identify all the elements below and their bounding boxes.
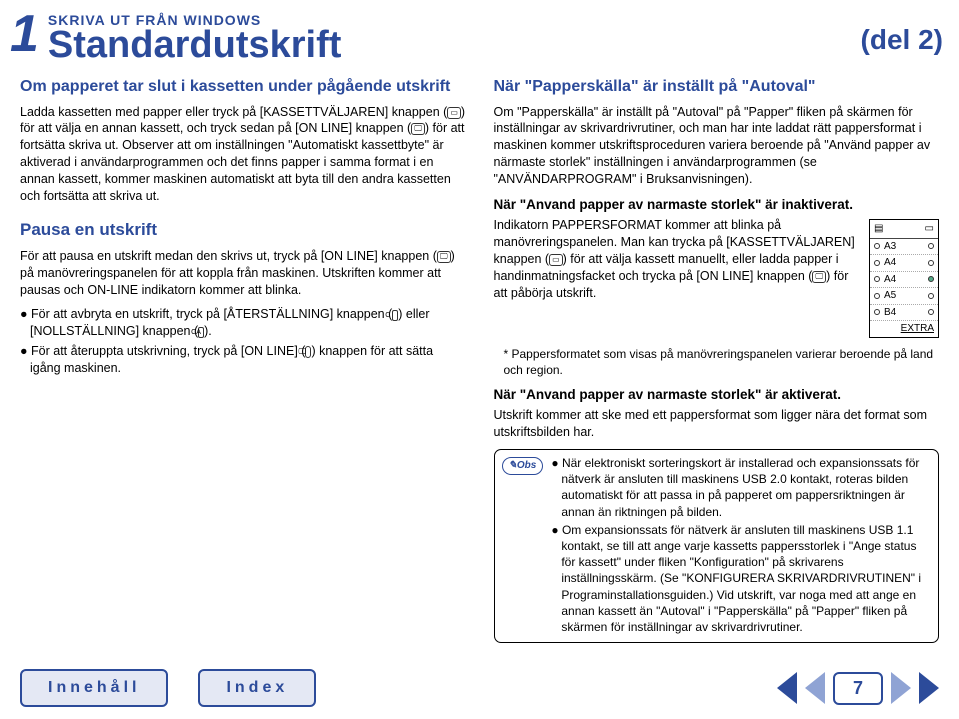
paper-format-diagram: ▤ ▭ A3 A4 A4 A5 B4 EXTRA (869, 219, 939, 338)
diagram-row: A4 (870, 271, 938, 288)
page-title: Standardutskrift (48, 26, 861, 64)
nav-last-icon[interactable] (919, 672, 939, 704)
para-with-diagram: ▤ ▭ A3A4A4A5B4 EXTRA Indikatorn PAPPERSF… (494, 217, 940, 342)
text-segment: För att avbryta en utskrift, tryck på [Å… (31, 307, 392, 321)
bullet-item: ● När elektroniskt sorteringskort är ins… (551, 455, 931, 520)
indicator-dot (928, 260, 934, 266)
text-segment: Ladda kassetten med papper eller tryck p… (20, 105, 447, 119)
obs-body: ● När elektroniskt sorteringskort är ins… (551, 455, 931, 637)
part-label: (del 2) (861, 6, 943, 56)
paper-size-label: B4 (884, 306, 924, 320)
left-para-1: Ladda kassetten med papper eller tryck p… (20, 104, 466, 205)
indicator-dot (874, 243, 880, 249)
obs-label: Obs (517, 460, 536, 471)
sheet-icon: ▤ (874, 222, 883, 236)
indicator-dot (928, 276, 934, 282)
nav-prev-icon[interactable] (805, 672, 825, 704)
chapter-number: 1 (0, 6, 48, 60)
page-nav: 7 (777, 672, 939, 705)
nav-next-icon[interactable] (891, 672, 911, 704)
index-button[interactable]: Index (198, 669, 316, 707)
text-segment: Om expansionssats för nätverk är anslute… (561, 523, 921, 634)
right-para-3: Utskrift kommer att ske med ett pappersf… (494, 407, 940, 441)
online-icon: 🖵 (812, 271, 826, 283)
diagram-header: ▤ ▭ (870, 220, 938, 239)
text-segment: ). (204, 324, 212, 338)
obs-note-box: ✎Obs ● När elektroniskt sorteringskort ä… (494, 449, 940, 643)
left-heading-2: Pausa en utskrift (20, 219, 466, 242)
indicator-dot (874, 309, 880, 315)
text-segment: För att återuppta utskrivning, tryck på … (31, 344, 305, 358)
paper-size-label: A5 (884, 289, 924, 303)
bullet-item: ● För att avbryta en utskrift, tryck på … (20, 306, 466, 340)
contents-button[interactable]: Innehåll (20, 669, 168, 707)
left-para-2: För att pausa en utskrift medan den skri… (20, 248, 466, 299)
right-column: När "Papperskälla" är inställt på "Autov… (494, 76, 940, 643)
page-header: 1 SKRIVA UT FRÅN WINDOWS Standardutskrif… (0, 0, 959, 64)
obs-badge: ✎Obs (502, 457, 544, 475)
right-heading-1: När "Papperskälla" är inställt på "Autov… (494, 76, 940, 98)
tray-icon: ▭ (549, 254, 563, 266)
left-column: Om papperet tar slut i kassetten under p… (20, 76, 466, 643)
content-columns: Om papperet tar slut i kassetten under p… (0, 64, 959, 643)
right-heading-2: När "Anvand papper av narmaste storlek" … (494, 196, 940, 214)
diagram-row: A5 (870, 287, 938, 304)
nav-first-icon[interactable] (777, 672, 797, 704)
indicator-dot (928, 309, 934, 315)
header-title-block: SKRIVA UT FRÅN WINDOWS Standardutskrift (48, 6, 861, 64)
text-segment: För att pausa en utskrift medan den skri… (20, 249, 437, 263)
diagram-row: B4 (870, 304, 938, 321)
paper-size-label: A3 (884, 240, 924, 254)
online-icon: 🖵 (411, 123, 425, 135)
text-segment: När elektroniskt sorteringskort är insta… (561, 456, 919, 519)
diagram-extra-label: EXTRA (870, 320, 938, 337)
diagram-row: A3 (870, 239, 938, 255)
bullet-item: ● Om expansionssats för nätverk är anslu… (551, 522, 931, 635)
sheet-icon: ▭ (925, 222, 934, 236)
document-page: 1 SKRIVA UT FRÅN WINDOWS Standardutskrif… (0, 0, 959, 719)
diagram-row: A4 (870, 254, 938, 271)
indicator-dot (874, 293, 880, 299)
indicator-dot (928, 243, 934, 249)
asterisk-note: * Pappersformatet som visas på manövreri… (504, 346, 940, 378)
bullet-item: ● För att återuppta utskrivning, tryck p… (20, 343, 466, 377)
left-heading-1: Om papperet tar slut i kassetten under p… (20, 76, 466, 98)
paper-size-label: A4 (884, 256, 924, 270)
paper-size-label: A4 (884, 273, 924, 287)
indicator-dot (874, 276, 880, 282)
page-footer: Innehåll Index 7 (0, 669, 959, 707)
right-heading-3: När "Anvand papper av narmaste storlek" … (494, 386, 940, 404)
indicator-dot (928, 293, 934, 299)
right-para-1: Om "Papperskälla" är inställt på "Autova… (494, 104, 940, 188)
pencil-icon: ✎ (509, 460, 517, 471)
page-number: 7 (833, 672, 883, 705)
online-icon: 🖵 (437, 251, 451, 263)
tray-icon: ▭ (447, 107, 461, 119)
indicator-dot (874, 260, 880, 266)
